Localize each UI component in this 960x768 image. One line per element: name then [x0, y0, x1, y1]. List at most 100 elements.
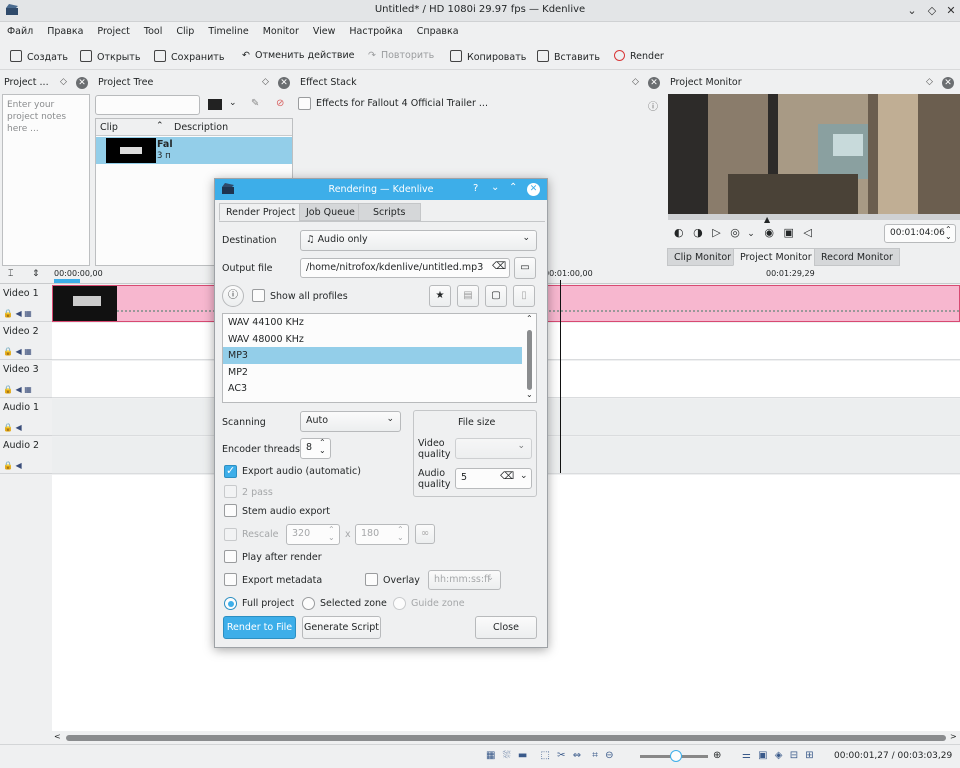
monitor-timebar[interactable] [668, 214, 960, 220]
timeline-playhead[interactable] [560, 280, 561, 473]
track-icons[interactable]: 🔒 ◀ [3, 423, 22, 432]
undo-button[interactable]: ↶ Отменить действие [242, 50, 355, 61]
track-header-video1[interactable]: Video 1 🔒 ◀ ▦ [0, 285, 52, 322]
encoder-threads-spinbox[interactable]: 8 [300, 438, 331, 459]
stem-audio-checkbox[interactable] [224, 504, 237, 517]
destination-select[interactable]: ♫ Audio only ⌄ [300, 230, 537, 251]
tab-record-monitor[interactable]: Record Monitor [814, 248, 900, 266]
new-profile-button[interactable]: ▢ [485, 285, 507, 307]
scanning-select[interactable]: Auto ⌄ [300, 411, 401, 432]
zoom-in-icon[interactable]: ⊕ [713, 750, 721, 761]
open-button[interactable]: Открыть [80, 50, 140, 63]
menu-file[interactable]: Файл [0, 22, 40, 41]
menu-settings[interactable]: Настройка [342, 22, 409, 41]
tab-job-queue[interactable]: Job Queue [299, 203, 362, 221]
rescale-checkbox[interactable] [224, 528, 237, 541]
clip-row[interactable]: Fal 3 п [96, 137, 292, 164]
two-pass-checkbox[interactable] [224, 485, 237, 498]
spin-arrows-icon[interactable]: ⌃ ⌄ [328, 526, 335, 542]
split-view-icon[interactable]: ▦ [486, 750, 495, 761]
timecode-spin-icon[interactable]: ⌃ ⌄ [945, 226, 952, 241]
menu-edit[interactable]: Правка [40, 22, 90, 41]
delete-icon[interactable]: ⊘ [276, 98, 284, 109]
menu-monitor[interactable]: Monitor [256, 22, 306, 41]
razor-icon[interactable]: ✂ [557, 750, 565, 761]
edit-icon[interactable]: ✎ [251, 98, 259, 109]
project-notes-editor[interactable]: Enter your project notes here ... [2, 94, 90, 266]
create-button[interactable]: Создать [10, 50, 68, 63]
guide-zone-radio[interactable] [393, 597, 406, 610]
track-icons[interactable]: 🔒 ◀ ▦ [3, 385, 32, 394]
timeline-scrollbar[interactable]: < > [52, 732, 960, 744]
menu-clip[interactable]: Clip [169, 22, 201, 41]
menu-tool[interactable]: Tool [137, 22, 169, 41]
chevron-down-icon[interactable]: ⌄ [491, 182, 499, 193]
redo-button[interactable]: ↷ Повторить [368, 50, 434, 61]
track-header-video2[interactable]: Video 2 🔒 ◀ ▦ [0, 323, 52, 360]
column-clip[interactable]: Clip [100, 122, 118, 133]
video-thumbnails-icon[interactable]: ▣ [758, 750, 767, 761]
spin-arrows-icon[interactable]: ⌃ ⌄ [397, 526, 404, 542]
snap-icon[interactable]: ⊟ [790, 750, 798, 761]
float-dock-icon[interactable]: ◇ [262, 77, 269, 87]
select-tool-icon[interactable]: ⬚ [540, 750, 549, 761]
rewind-icon[interactable]: ◐ [674, 226, 684, 239]
close-icon[interactable]: ✕ [527, 183, 540, 196]
fullscreen-icon[interactable]: ▣ [783, 226, 793, 239]
spacer-icon[interactable]: ⇔ [573, 750, 581, 761]
clip-thumbnail[interactable] [53, 286, 117, 321]
track-header-video3[interactable]: Video 3 🔒 ◀ ▦ [0, 361, 52, 398]
overlay-checkbox[interactable] [365, 573, 378, 586]
selected-zone-radio[interactable] [302, 597, 315, 610]
zone-marker[interactable] [54, 279, 80, 283]
scroll-right-icon[interactable]: > [950, 732, 957, 741]
output-file-input[interactable]: /home/nitrofox/kdenlive/untitled.mp3 [300, 258, 510, 278]
play-after-render-checkbox[interactable] [224, 550, 237, 563]
render-button[interactable]: Render [614, 50, 664, 62]
ripple-icon[interactable]: ⊞ [805, 750, 813, 761]
chevron-down-icon[interactable]: ⌄ [229, 98, 237, 108]
close-dock-icon[interactable]: ✕ [942, 77, 954, 89]
track-icons[interactable]: 🔒 ◀ ▦ [3, 347, 32, 356]
zoom-slider-handle[interactable] [670, 750, 682, 762]
collapse-icon[interactable]: ⇕ [32, 269, 40, 279]
monitor-video[interactable] [668, 94, 960, 220]
profile-item-selected[interactable]: MP3 [223, 347, 522, 364]
export-metadata-checkbox[interactable] [224, 573, 237, 586]
show-all-profiles-checkbox[interactable] [252, 289, 265, 302]
menu-help[interactable]: Справка [410, 22, 466, 41]
scroll-down-icon[interactable]: ⌄ [526, 390, 533, 399]
float-dock-icon[interactable]: ◇ [926, 77, 933, 87]
float-dock-icon[interactable]: ◇ [632, 77, 639, 87]
zoom-out-icon[interactable]: ⊖ [605, 750, 613, 761]
zone-icon[interactable]: ◉ [764, 226, 774, 239]
scroll-up-icon[interactable]: ⌃ [526, 314, 533, 323]
track-icons[interactable]: 🔒 ◀ [3, 461, 22, 470]
fit-zoom-icon[interactable]: ⌗ [592, 750, 598, 761]
list-scrollbar[interactable]: ⌃ ⌄ [525, 314, 535, 402]
minimize-button[interactable]: ⌄ [904, 3, 920, 19]
info-icon[interactable]: ⓘ [648, 98, 658, 113]
track-header-audio1[interactable]: Audio 1 🔒 ◀ [0, 399, 52, 436]
scroll-left-icon[interactable]: < [54, 732, 61, 741]
audio-icon[interactable]: ▬ [518, 750, 527, 761]
close-button[interactable]: Close [475, 616, 537, 639]
float-dock-icon[interactable]: ◇ [60, 77, 67, 87]
profile-item[interactable]: MP2 [223, 364, 536, 381]
stop-icon[interactable]: ◎ [730, 226, 740, 239]
effects-enable-checkbox[interactable] [298, 97, 311, 110]
link-aspect-button[interactable]: ∞ [415, 524, 435, 544]
close-dock-icon[interactable]: ✕ [648, 77, 660, 89]
copy-button[interactable]: Копировать [450, 50, 526, 63]
audio-thumbnails-icon[interactable]: ⚌ [742, 750, 751, 761]
full-project-radio[interactable] [224, 597, 237, 610]
close-dock-icon[interactable]: ✕ [76, 77, 88, 89]
menu-view[interactable]: View [306, 22, 343, 41]
zoom-fit-icon[interactable]: ⌶ [8, 269, 13, 279]
export-audio-checkbox[interactable] [224, 464, 237, 478]
profile-list[interactable]: WAV 44100 KHz WAV 48000 KHz MP3 MP2 AC3 … [222, 313, 537, 403]
menu-timeline[interactable]: Timeline [201, 22, 255, 41]
favorite-button[interactable]: ★ [429, 285, 451, 307]
volume-icon[interactable]: ◁ [803, 226, 811, 239]
play-icon[interactable]: ▷ [712, 226, 720, 239]
